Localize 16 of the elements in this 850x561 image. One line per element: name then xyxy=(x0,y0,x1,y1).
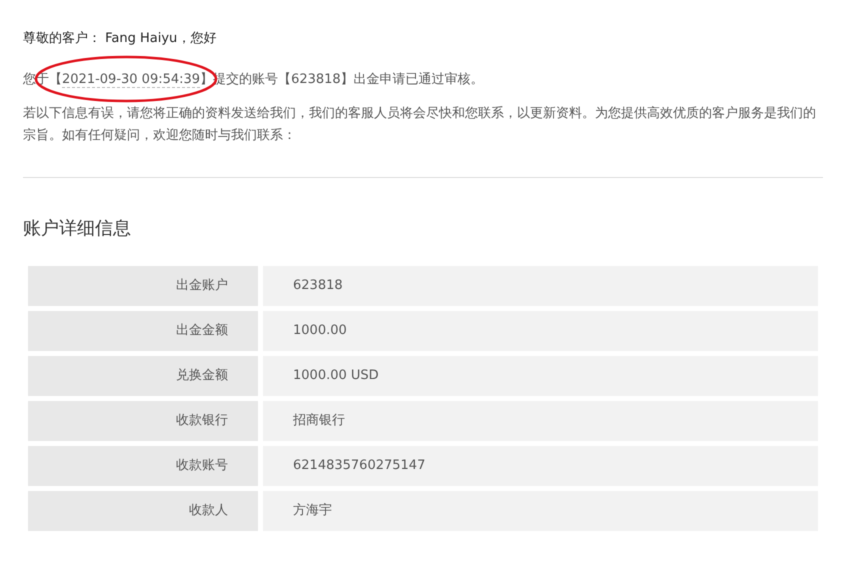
table-cell: 收款账号 xyxy=(28,446,258,486)
table-cell: 兑换金额 xyxy=(28,356,258,396)
table-cell: 1000.00 USD xyxy=(263,356,818,396)
table-cell: 收款银行 xyxy=(28,401,258,441)
table-cell: 623818 xyxy=(263,266,818,306)
table-cell: 6214835760275147 xyxy=(263,446,818,486)
table-cell: 1000.00 xyxy=(263,311,818,351)
table-cell: 出金金额 xyxy=(28,311,258,351)
greeting-text: 尊敬的客户： Fang Haiyu，您好 xyxy=(23,30,218,48)
table-cell: 出金账户 xyxy=(28,266,258,306)
section-heading: 账户详细信息 xyxy=(23,217,132,241)
date-text: 2021-09-30 09:54:39 xyxy=(62,72,200,88)
info-paragraph: 若以下信息有误，请您将正确的资料发送给我们，我们的客服人员将会尽快和您联系，以更新资料。为您提供高效优质的客户服务是我们的宗旨。如有任何疑问，欢迎您随时与我们联系： xyxy=(23,105,817,145)
table-cell: 方海宇 xyxy=(263,491,818,531)
table-cell: 收款人 xyxy=(28,491,258,531)
table-cell: 招商银行 xyxy=(263,401,818,441)
